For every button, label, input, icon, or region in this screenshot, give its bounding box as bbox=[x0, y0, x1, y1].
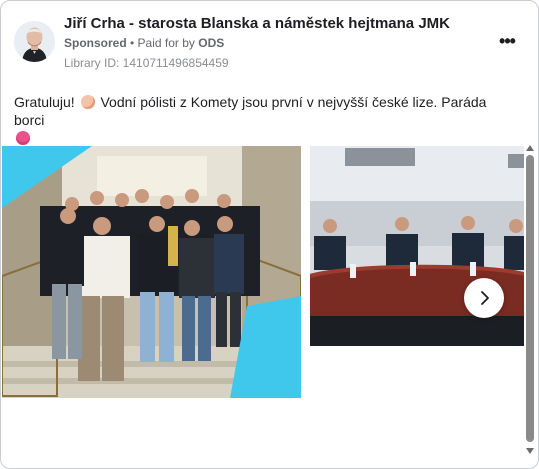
library-id: Library ID: 1410711496854459 bbox=[64, 56, 229, 70]
scrollbar-thumb[interactable] bbox=[526, 155, 534, 442]
sponsor-name[interactable]: ODS bbox=[198, 36, 224, 50]
shell-emoji-icon bbox=[80, 95, 95, 109]
scroll-up-arrow-icon[interactable] bbox=[526, 145, 534, 151]
post-text-part1: Gratuluju! bbox=[14, 94, 75, 110]
chevron-right-icon bbox=[481, 291, 489, 305]
team-trophy-photo[interactable] bbox=[2, 146, 301, 398]
meta-separator: • bbox=[126, 36, 138, 50]
heart-eyes-emoji-icon bbox=[16, 131, 30, 145]
author-avatar[interactable] bbox=[14, 21, 55, 62]
sponsored-label: Sponsored bbox=[64, 36, 127, 50]
carousel-next-button[interactable] bbox=[464, 278, 504, 318]
paid-for-by-label: Paid for by bbox=[137, 36, 199, 50]
more-options-icon[interactable]: ••• bbox=[495, 31, 519, 51]
author-name[interactable]: Jiří Crha - starosta Blanska a náměstek … bbox=[64, 15, 450, 32]
ad-post-card: Jiří Crha - starosta Blanska a náměstek … bbox=[0, 0, 539, 469]
vertical-scrollbar[interactable] bbox=[524, 143, 536, 456]
scroll-down-arrow-icon[interactable] bbox=[526, 448, 534, 454]
post-text: Gratuluju! Vodní pólisti z Komety jsou p… bbox=[14, 93, 514, 147]
post-meta: Sponsored • Paid for by ODS bbox=[64, 36, 224, 50]
